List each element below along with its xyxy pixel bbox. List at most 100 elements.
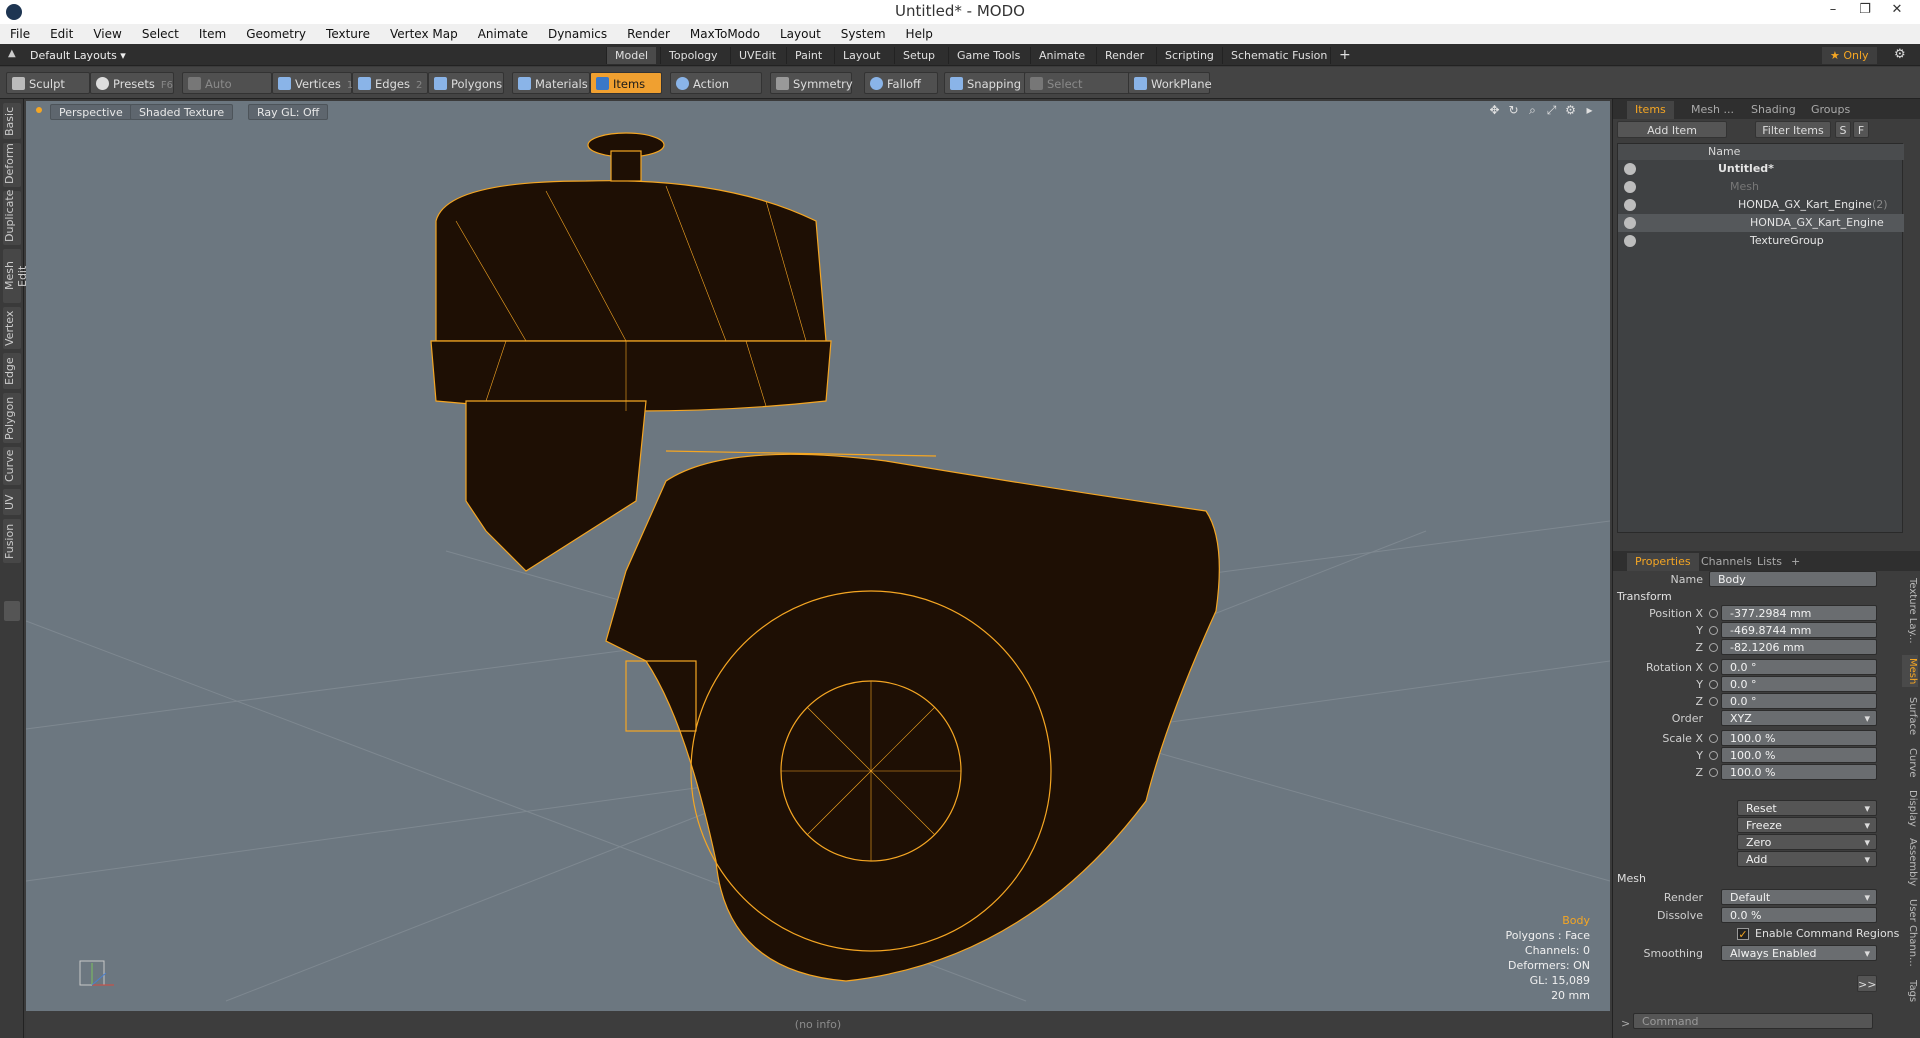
viewport-gear-icon[interactable]: ⚙ <box>1564 104 1577 117</box>
raygl-button[interactable]: Ray GL: Off <box>248 104 329 120</box>
vtab-deform[interactable]: Deform <box>3 143 21 187</box>
only-toggle[interactable]: ★ Only <box>1822 47 1877 64</box>
zoom-icon[interactable]: ⌕ <box>1526 104 1539 117</box>
tab-game-tools[interactable]: Game Tools <box>948 47 1028 64</box>
vtab-surface[interactable]: Surface <box>1902 693 1918 739</box>
tab-animate[interactable]: Animate <box>1030 47 1093 64</box>
vtab-fusion[interactable]: Fusion <box>3 519 21 563</box>
menu-select[interactable]: Select <box>132 27 189 41</box>
rotation-x-field[interactable]: 0.0 ° <box>1721 659 1877 675</box>
s-toggle[interactable]: S <box>1835 121 1851 138</box>
render-dropdown[interactable]: Default <box>1721 889 1877 906</box>
tab-layout[interactable]: Layout <box>834 47 888 64</box>
snapping-button[interactable]: Snapping <box>944 72 1026 94</box>
visibility-eye-icon[interactable] <box>1624 217 1636 229</box>
reset-dropdown[interactable]: Reset <box>1737 800 1877 817</box>
add-properties-tab[interactable]: + <box>1783 553 1808 571</box>
menu-maxtomodo[interactable]: MaxToModo <box>680 27 770 41</box>
items-button[interactable]: Items <box>590 72 662 94</box>
rotation-z-field[interactable]: 0.0 ° <box>1721 693 1877 709</box>
scale-z-field[interactable]: 100.0 % <box>1721 764 1877 780</box>
position-y-field[interactable]: -469.8744 mm <box>1721 622 1877 638</box>
vtab-vertex[interactable]: Vertex <box>3 307 21 349</box>
3d-viewport[interactable] <box>26 101 1610 1011</box>
close-button[interactable]: ✕ <box>1882 2 1912 17</box>
enable-command-regions-checkbox[interactable]: ✓ <box>1737 928 1749 940</box>
scale-x-field[interactable]: 100.0 % <box>1721 730 1877 746</box>
menu-file[interactable]: File <box>0 27 40 41</box>
channel-dot[interactable] <box>1709 663 1718 672</box>
add-item-button[interactable]: Add Item <box>1617 121 1727 138</box>
view-type-button[interactable]: Perspective <box>50 104 132 120</box>
name-field[interactable]: Body <box>1709 571 1877 587</box>
menu-dynamics[interactable]: Dynamics <box>538 27 617 41</box>
zero-dropdown[interactable]: Zero <box>1737 834 1877 851</box>
menu-item[interactable]: Item <box>189 27 236 41</box>
tree-row-mesh[interactable]: Mesh <box>1618 178 1904 196</box>
viewport-menu-icon[interactable] <box>36 107 42 113</box>
auto-select-button[interactable]: Auto Select <box>182 72 272 113</box>
edges-button[interactable]: Edges 2 <box>352 72 428 94</box>
rotate-icon[interactable]: ↻ <box>1507 104 1520 117</box>
sculpt-button[interactable]: Sculpt <box>6 72 90 94</box>
mesh-section[interactable]: Mesh <box>1617 871 1917 887</box>
visibility-eye-icon[interactable] <box>1624 235 1636 247</box>
menu-view[interactable]: View <box>83 27 131 41</box>
transform-section[interactable]: Transform <box>1617 589 1917 605</box>
vtab-display[interactable]: Display <box>1902 787 1918 829</box>
rotation-y-field[interactable]: 0.0 ° <box>1721 676 1877 692</box>
vtab-curve-props[interactable]: Curve <box>1902 745 1918 781</box>
menu-texture[interactable]: Texture <box>316 27 380 41</box>
fit-icon[interactable]: ⤢ <box>1545 104 1558 117</box>
channel-dot[interactable] <box>1709 734 1718 743</box>
menu-system[interactable]: System <box>831 27 896 41</box>
presets-button[interactable]: Presets F6 <box>90 72 174 94</box>
vtab-user-channels[interactable]: User Chann... <box>1902 895 1918 971</box>
workplane-button[interactable]: WorkPlane <box>1128 72 1212 94</box>
channel-dot[interactable] <box>1709 768 1718 777</box>
tree-row-scene[interactable]: Untitled* <box>1618 160 1904 178</box>
restore-button[interactable]: ❐ <box>1850 2 1880 17</box>
channel-dot[interactable] <box>1709 751 1718 760</box>
tab-uvedit[interactable]: UVEdit <box>730 47 784 64</box>
polygons-button[interactable]: Polygons <box>428 72 504 94</box>
menu-animate[interactable]: Animate <box>468 27 538 41</box>
vtab-mesh-edit[interactable]: Mesh Edit <box>3 249 29 303</box>
vtab-polygon[interactable]: Polygon <box>3 393 21 443</box>
menu-vertex-map[interactable]: Vertex Map <box>380 27 468 41</box>
menu-render[interactable]: Render <box>617 27 680 41</box>
tab-scripting[interactable]: Scripting <box>1156 47 1222 64</box>
channel-dot[interactable] <box>1709 643 1718 652</box>
tab-properties[interactable]: Properties <box>1627 553 1699 571</box>
menu-geometry[interactable]: Geometry <box>236 27 316 41</box>
position-x-field[interactable]: -377.2984 mm <box>1721 605 1877 621</box>
viewport-expand-icon[interactable]: ▸ <box>1583 104 1596 117</box>
tab-items[interactable]: Items <box>1627 101 1674 119</box>
tab-schematic-fusion[interactable]: Schematic Fusion <box>1222 47 1335 64</box>
freeze-dropdown[interactable]: Freeze <box>1737 817 1877 834</box>
select-through-button[interactable]: Select Through <box>1024 72 1130 113</box>
tab-render[interactable]: Render <box>1096 47 1152 64</box>
channel-dot[interactable] <box>1709 626 1718 635</box>
scale-y-field[interactable]: 100.0 % <box>1721 747 1877 763</box>
tree-row-engine[interactable]: HONDA_GX_Kart_Engine <box>1618 214 1904 232</box>
vtab-collapse-handle[interactable] <box>4 601 20 621</box>
symmetry-button[interactable]: Symmetry <box>770 72 853 94</box>
order-dropdown[interactable]: XYZ <box>1721 710 1877 727</box>
layout-preset-dropdown[interactable]: Default Layouts ▾ <box>30 47 126 64</box>
add-dropdown[interactable]: Add <box>1737 851 1877 868</box>
minimize-button[interactable]: – <box>1818 2 1848 17</box>
visibility-eye-icon[interactable] <box>1624 163 1636 175</box>
menu-help[interactable]: Help <box>896 27 943 41</box>
vtab-mesh[interactable]: Mesh <box>1902 655 1918 687</box>
position-z-field[interactable]: -82.1206 mm <box>1721 639 1877 655</box>
menu-layout[interactable]: Layout <box>770 27 831 41</box>
f-toggle[interactable]: F <box>1853 121 1869 138</box>
vtab-tags[interactable]: Tags <box>1902 977 1918 1005</box>
item-tree[interactable]: Name Untitled* Mesh HONDA_GX_Kart_Engine… <box>1617 143 1904 533</box>
tab-setup[interactable]: Setup <box>894 47 943 64</box>
vtab-duplicate[interactable]: Duplicate <box>3 190 21 245</box>
command-input[interactable]: Command <box>1633 1013 1873 1029</box>
tree-row-texturegroup[interactable]: TextureGroup <box>1618 232 1904 250</box>
visibility-eye-icon[interactable] <box>1624 199 1636 211</box>
